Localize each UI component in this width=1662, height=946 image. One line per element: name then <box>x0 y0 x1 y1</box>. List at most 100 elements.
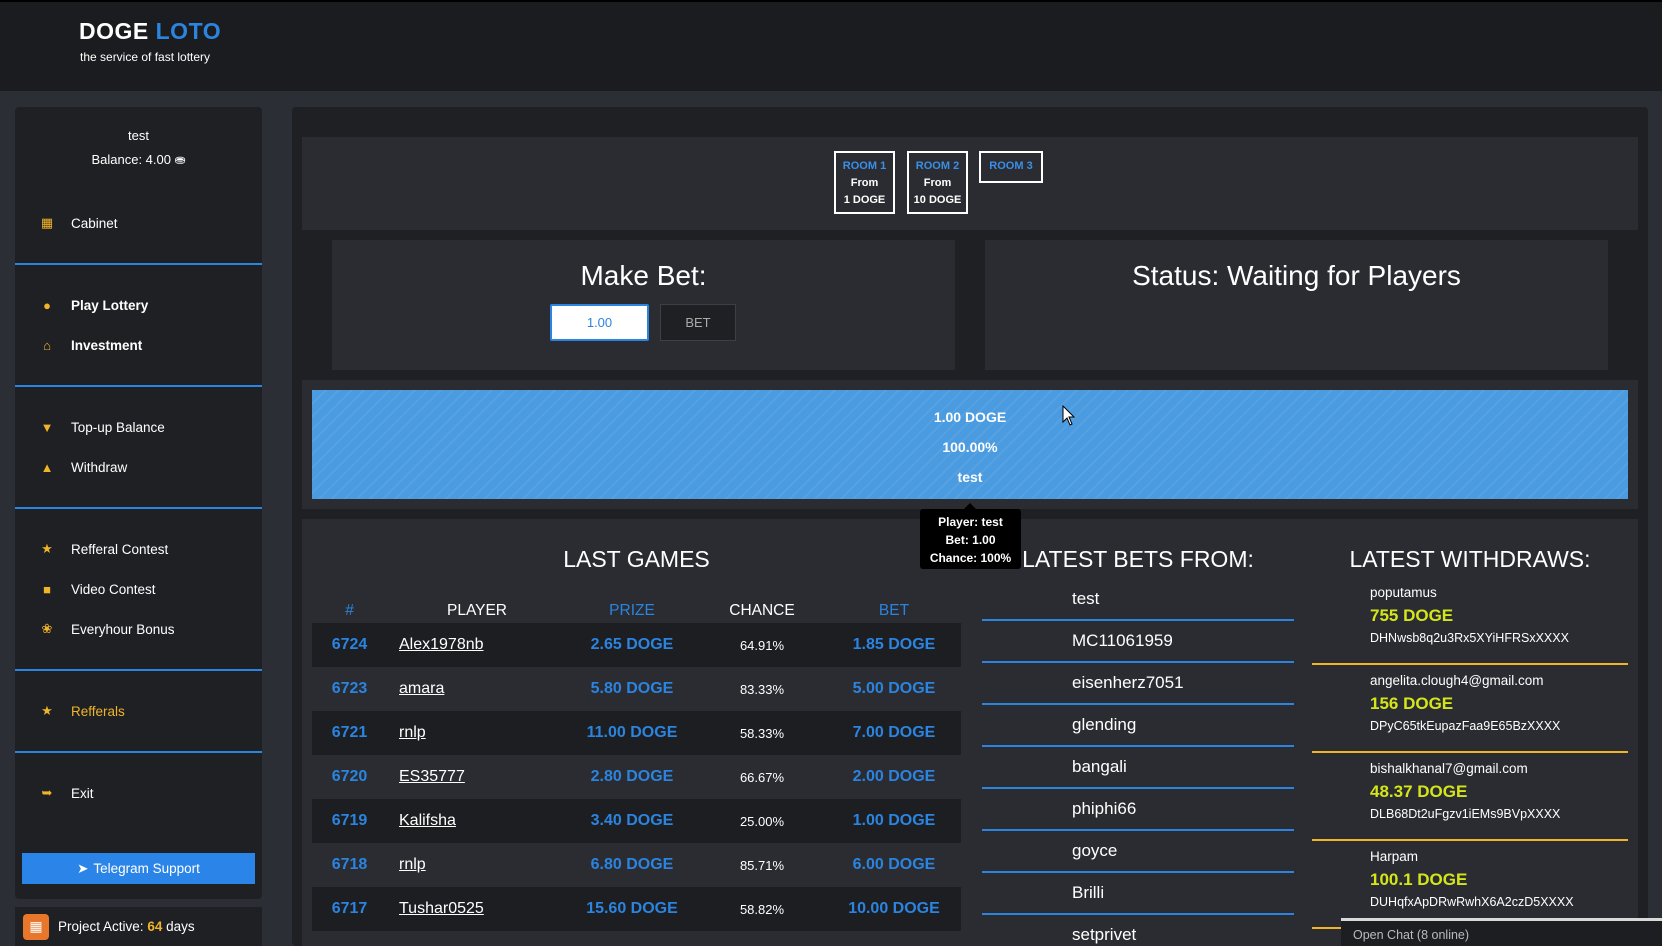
trophy-icon: ★ <box>41 541 53 556</box>
latest-withdraws-list: poputamus 755 DOGE DHNwsb8q2u3Rx5XYiHFRSxX… <box>1312 577 1628 929</box>
sidebar-item-video-contest[interactable]: ■ Video Contest <box>15 569 262 609</box>
game-prize: 15.60 DOGE <box>567 887 697 931</box>
room-1-line2: 1 DOGE <box>843 194 886 206</box>
sidebar-item-label: Investment <box>71 337 143 353</box>
game-id: 6717 <box>312 887 387 931</box>
sidebar-item-refferal-contest[interactable]: ★ Refferal Contest <box>15 529 262 569</box>
room-2-button[interactable]: ROOM 2 From 10 DOGE <box>907 151 968 214</box>
game-id: 6723 <box>331 680 368 697</box>
latest-bet-item: bangali <box>982 747 1294 789</box>
game-player-link[interactable]: ES35777 <box>387 755 567 799</box>
last-games-title: LAST GAMES <box>563 546 710 572</box>
sidebar-item-top-up-balance[interactable]: ▼ Top-up Balance <box>15 407 262 447</box>
sidebar-divider <box>15 385 262 387</box>
rooms-bar: ROOM 1 From 1 DOGE ROOM 2 From 10 DOGE R… <box>302 137 1638 230</box>
tagline: the service of fast lottery <box>80 50 211 64</box>
game-chance: 25.00% <box>697 799 827 843</box>
open-chat-tab[interactable]: Open Chat (8 online) <box>1341 918 1662 946</box>
game-bet: 6.00 DOGE <box>852 856 936 873</box>
username: test <box>128 128 149 143</box>
game-player-link[interactable]: Tushar0525 <box>387 887 567 931</box>
game-player-link[interactable]: Kalifsha <box>387 799 567 843</box>
latest-bet-item: glending <box>982 705 1294 747</box>
game-chance: 58.82% <box>697 887 827 931</box>
game-prize: 5.80 DOGE <box>590 680 674 697</box>
col-player: PLAYER <box>446 602 508 619</box>
grid-icon: ▦ <box>40 215 54 230</box>
sidebar-item-everyhour-bonus[interactable]: ❀ Everyhour Bonus <box>15 609 262 649</box>
last-games-body: 6724 Alex1978nb 2.65 DOGE 64.91% 1.85 DOGE 67… <box>312 623 961 931</box>
withdraw-name: bishalkhanal7@gmail.com <box>1370 761 1528 776</box>
latest-bet-item: test <box>982 579 1294 621</box>
sidebar-item-label: Exit <box>71 785 94 801</box>
game-bet: 1.00 DOGE <box>827 799 961 843</box>
sidebar-item-label: Play Lottery <box>71 297 149 313</box>
sidebar-item-withdraw[interactable]: ▲ Withdraw <box>15 447 262 487</box>
withdraw-name: poputamus <box>1370 585 1437 600</box>
sidebar-divider <box>15 263 262 265</box>
game-bet: 10.00 DOGE <box>827 887 961 931</box>
bet-amount-input[interactable] <box>550 304 649 341</box>
sidebar-item-cabinet[interactable]: ▦ Cabinet <box>15 203 262 243</box>
room-3-button[interactable]: ROOM 3 <box>979 151 1043 183</box>
sidebar-item-label: Refferal Contest <box>71 541 169 557</box>
game-player-link[interactable]: rnlp <box>387 843 567 887</box>
tooltip-chance: Chance: 100% <box>929 551 1012 565</box>
game-prize: 6.80 DOGE <box>590 856 674 873</box>
game-player-link[interactable]: amara <box>387 667 567 711</box>
sidebar-nav: ▦ Cabinet ● Play Lottery ⌂ Investment ▼ Top-up … <box>15 203 262 813</box>
sidebar-item-refferals[interactable]: ★ Refferals <box>15 691 262 731</box>
header: DOGE LOTO the service of fast lottery <box>0 0 1662 91</box>
coins-icon: ⛂ <box>174 152 186 167</box>
game-id: 6720 <box>331 768 368 785</box>
video-icon: ■ <box>43 581 51 597</box>
game-row: 6718 rnlp 6.80 DOGE 85.71% 6.00 DOGE <box>312 843 961 887</box>
withdraw-address: DUHqfxApDRwRwhX6A2czD5XXXX <box>1370 895 1574 909</box>
bet-button[interactable]: BET <box>660 304 736 341</box>
game-prize: 2.65 DOGE <box>567 623 697 667</box>
room-1-name: ROOM 1 <box>842 160 887 172</box>
latest-bet-item: Brilli <box>982 873 1294 915</box>
mouse-cursor-icon <box>1062 405 1076 426</box>
game-chance: 58.33% <box>697 711 827 755</box>
room-1-button[interactable]: ROOM 1 From 1 DOGE <box>834 151 895 214</box>
sidebar-divider <box>15 507 262 509</box>
pot-bar-container: 1.00 DOGE 100.00% test <box>302 380 1638 509</box>
telegram-support-button[interactable]: ➤ Telegram Support <box>22 853 255 884</box>
sidebar-divider <box>15 751 262 753</box>
logo-part1: DOGE <box>79 18 149 44</box>
game-player-link[interactable]: rnlp <box>387 711 567 755</box>
sidebar-item-play-lottery[interactable]: ● Play Lottery <box>15 285 262 325</box>
col-prize: PRIZE <box>609 602 655 619</box>
game-prize: 11.00 DOGE <box>567 711 697 755</box>
status-text: Status: Waiting for Players <box>1132 260 1461 291</box>
room-2-line1: From <box>923 177 952 189</box>
game-row: 6719 Kalifsha 3.40 DOGE 25.00% 1.00 DOGE <box>312 799 961 843</box>
arrow-up-circle-icon: ▲ <box>40 459 54 475</box>
latest-bets-title: LATEST BETS FROM: <box>1022 546 1254 572</box>
withdraw-address: DHNwsb8q2u3Rx5XYiHFRSxXXXX <box>1370 631 1569 645</box>
balance-label: Balance: 4.00 <box>91 152 171 167</box>
game-player-link[interactable]: Alex1978nb <box>387 623 567 667</box>
latest-bet-item: eisenherz7051 <box>982 663 1294 705</box>
withdraw-name: angelita.clough4@gmail.com <box>1370 673 1544 688</box>
calendar-icon: ▦ <box>23 913 49 940</box>
sidebar-item-label: Refferals <box>71 703 125 719</box>
withdraw-item: poputamus 755 DOGE DHNwsb8q2u3Rx5XYiHFRSxX… <box>1312 577 1628 665</box>
project-active-days: 64 <box>147 919 163 934</box>
logo[interactable]: DOGE LOTO <box>79 18 221 45</box>
col-bet: BET <box>878 602 910 619</box>
game-prize: 2.80 DOGE <box>590 768 674 785</box>
pot-bar-segment[interactable]: 1.00 DOGE 100.00% test <box>312 390 1628 499</box>
game-bet: 7.00 DOGE <box>827 711 961 755</box>
arrow-down-circle-icon: ▼ <box>40 419 54 435</box>
palette-icon: ● <box>43 297 51 313</box>
withdraw-amount: 755 DOGE <box>1370 606 1454 625</box>
project-active-box: ▦ Project Active: 64 days <box>15 907 262 946</box>
status-panel: Status: Waiting for Players <box>985 240 1608 370</box>
sidebar-item-exit[interactable]: ➥ Exit <box>15 773 262 813</box>
pot-amount: 1.00 DOGE <box>933 409 1007 425</box>
sidebar-item-label: Everyhour Bonus <box>71 621 175 637</box>
project-active-suffix: days <box>166 919 195 934</box>
sidebar-item-investment[interactable]: ⌂ Investment <box>15 325 262 365</box>
